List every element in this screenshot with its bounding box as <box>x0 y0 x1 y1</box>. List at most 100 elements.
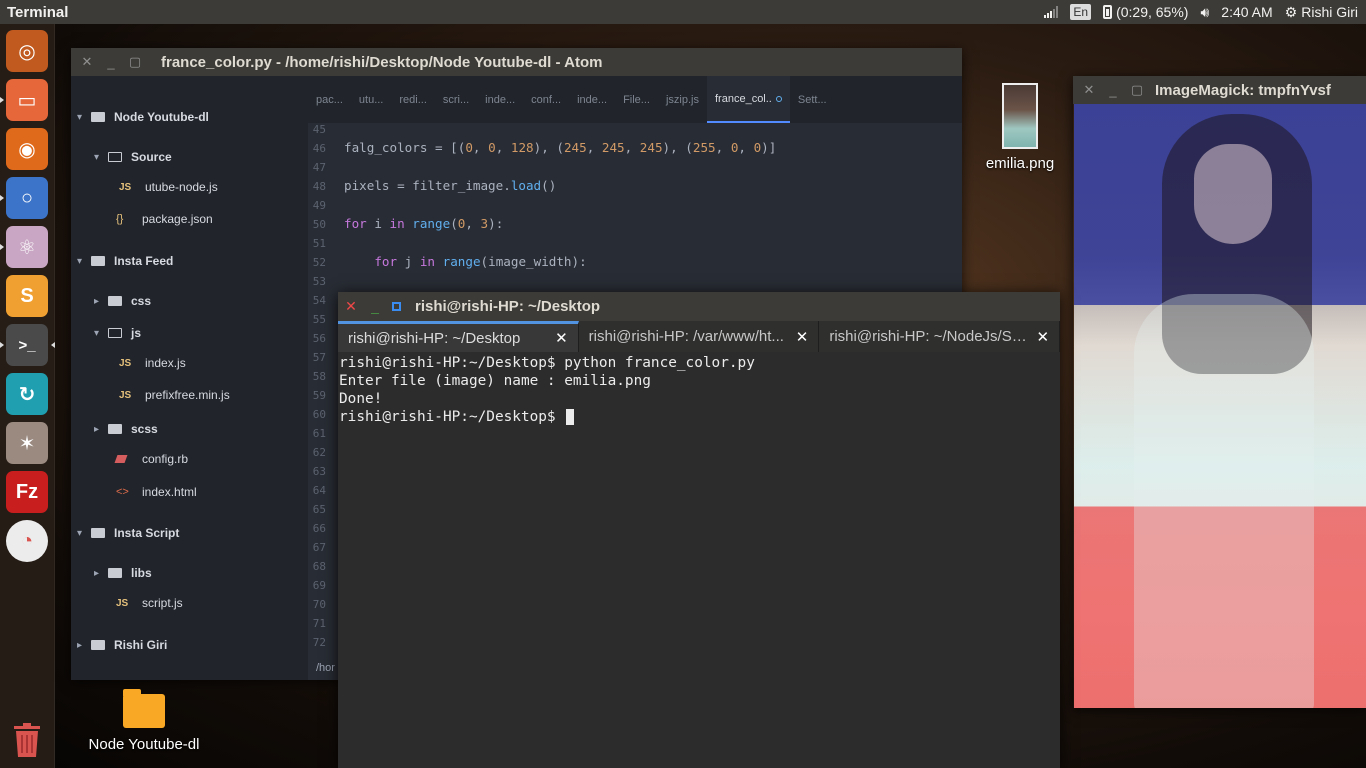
folder-icon <box>91 256 105 266</box>
close-tab-icon[interactable]: ✕ <box>555 329 568 347</box>
imagemagick-titlebar[interactable]: ✕ _ ▢ ImageMagick: tmpfnYvsf <box>1073 76 1366 104</box>
line-number: 51 <box>312 237 326 250</box>
folder-icon <box>91 640 105 650</box>
tree-file[interactable]: {} package.json <box>116 209 213 229</box>
terminal-tab[interactable]: rishi@rishi-HP: ~/NodeJs/Se... ✕ <box>819 321 1061 352</box>
editor-tab-label: pac... <box>316 93 343 106</box>
close-icon[interactable]: ✕ <box>338 298 364 315</box>
editor-tab[interactable]: jszip.js <box>658 76 707 123</box>
clock[interactable]: 2:40 AM <box>1221 4 1272 20</box>
editor-tab[interactable]: utu... <box>351 76 391 123</box>
tree-folder[interactable]: ▸ scss <box>94 419 158 439</box>
image-thumbnail-icon <box>1002 83 1038 149</box>
tree-file[interactable]: config.rb <box>114 449 188 469</box>
tree-file[interactable]: JS index.js <box>119 353 186 373</box>
json-file-icon: {} <box>116 213 124 225</box>
launcher-update-icon[interactable]: ↻ <box>6 373 48 415</box>
terminal-tab[interactable]: rishi@rishi-HP: ~/Desktop ✕ <box>338 321 579 352</box>
line-number: 69 <box>312 579 326 592</box>
tree-folder[interactable]: ▸ css <box>94 291 151 311</box>
tree-folder[interactable]: ▾ Node Youtube-dl <box>77 107 209 127</box>
desktop-folder-node-youtube-dl[interactable]: Node Youtube-dl <box>84 689 204 753</box>
close-tab-icon[interactable]: ✕ <box>1036 328 1049 346</box>
line-number: 71 <box>312 617 326 630</box>
launcher-terminal-icon[interactable]: >_ <box>0 324 55 366</box>
folder-icon <box>91 528 105 538</box>
maximize-icon[interactable]: ▢ <box>1125 82 1149 98</box>
line-number: 58 <box>312 370 326 383</box>
minimize-icon[interactable]: _ <box>364 299 386 315</box>
folder-icon <box>108 424 122 434</box>
tree-folder[interactable]: ▾ js <box>94 323 141 343</box>
launcher-chromium-icon[interactable]: ○ <box>0 177 48 219</box>
launcher-atom-icon[interactable]: ⚛ <box>0 226 48 268</box>
tree-folder[interactable]: ▾ Source <box>94 147 172 167</box>
javascript-file-icon: JS <box>116 597 129 609</box>
terminal-titlebar[interactable]: ✕ _ rishi@rishi-HP: ~/Desktop <box>338 292 1060 321</box>
editor-tab-label: utu... <box>358 93 384 106</box>
editor-tab[interactable]: scri... <box>435 76 477 123</box>
tree-folder[interactable]: ▸ Rishi Giri <box>77 635 167 655</box>
tree-file[interactable]: JS utube-node.js <box>119 177 218 197</box>
editor-tab[interactable]: france_col.. <box>707 76 790 123</box>
top-panel: Terminal En (0:29, 65%) 🔊︎ 2:40 AM ⚙ Ris… <box>0 0 1366 24</box>
editor-tab[interactable]: pac... <box>308 76 351 123</box>
volume-icon[interactable]: 🔊︎ <box>1200 4 1209 21</box>
maximize-icon[interactable] <box>392 302 401 311</box>
editor-tab[interactable]: inde... <box>569 76 615 123</box>
line-number: 68 <box>312 560 326 573</box>
launcher-wizard-icon[interactable]: ✶ <box>6 422 48 464</box>
folder-icon <box>108 328 122 338</box>
user-menu[interactable]: ⚙ Rishi Giri <box>1285 4 1358 21</box>
user-name: Rishi Giri <box>1301 4 1358 20</box>
editor-tab[interactable]: conf... <box>523 76 569 123</box>
tree-folder[interactable]: ▾ Insta Feed <box>77 251 173 271</box>
editor-tab[interactable]: File... <box>615 76 658 123</box>
editor-tab[interactable]: redi... <box>391 76 435 123</box>
editor-tab[interactable]: inde... <box>477 76 523 123</box>
tree-folder[interactable]: ▾ Insta Script <box>77 523 179 543</box>
folder-icon <box>108 296 122 306</box>
maximize-icon[interactable]: ▢ <box>123 54 147 70</box>
line-number: 45 <box>312 123 326 136</box>
tree-item-label: Insta Feed <box>114 254 174 268</box>
trash-icon[interactable] <box>12 722 42 758</box>
line-number: 61 <box>312 427 326 440</box>
tree-file[interactable]: JS script.js <box>116 593 183 613</box>
keyboard-layout-indicator[interactable]: En <box>1070 4 1092 20</box>
terminal-output[interactable]: rishi@rishi-HP:~/Desktop$ python france_… <box>338 352 1060 428</box>
active-app-title: Terminal <box>7 3 69 21</box>
tree-file[interactable]: <> index.html <box>116 482 197 502</box>
close-tab-icon[interactable]: ✕ <box>796 328 809 346</box>
tree-folder[interactable]: ▸ libs <box>94 563 152 583</box>
launcher-pie-icon[interactable]: ◔ <box>6 520 48 562</box>
editor-tab-label: inde... <box>485 93 516 106</box>
atom-window-title: france_color.py - /home/rishi/Desktop/No… <box>161 53 603 71</box>
chevron-down-icon: ▾ <box>94 151 100 163</box>
launcher-filezilla-icon[interactable]: Fz <box>6 471 48 513</box>
launcher-sublime-icon[interactable]: S <box>6 275 48 317</box>
editor-tab[interactable]: Sett... <box>790 76 835 123</box>
minimize-icon[interactable]: _ <box>1101 83 1125 98</box>
desktop-file-emilia[interactable]: emilia.png <box>983 83 1057 172</box>
launcher-firefox-icon[interactable]: ◉ <box>6 128 48 170</box>
close-icon[interactable]: ✕ <box>75 54 99 70</box>
terminal-tab[interactable]: rishi@rishi-HP: /var/www/ht... ✕ <box>579 321 820 352</box>
power-gear-icon: ⚙ <box>1284 3 1298 20</box>
close-icon[interactable]: ✕ <box>1077 82 1101 98</box>
chevron-right-icon: ▸ <box>77 639 83 651</box>
network-signal-icon[interactable] <box>1044 6 1059 18</box>
unity-launcher: ◎ ▭ ◉ ○ ⚛ S >_ ↻ ✶ Fz ◔ <box>0 24 55 768</box>
minimize-icon[interactable]: _ <box>99 55 123 70</box>
tree-file[interactable]: JS prefixfree.min.js <box>119 385 230 405</box>
tree-item-label: Node Youtube-dl <box>114 110 209 124</box>
launcher-dash-icon[interactable]: ◎ <box>6 30 48 72</box>
line-number: 48 <box>312 180 326 193</box>
battery-indicator[interactable]: (0:29, 65%) <box>1103 4 1188 20</box>
launcher-files-icon[interactable]: ▭ <box>0 79 48 121</box>
tree-item-label: libs <box>131 566 152 580</box>
line-number: 57 <box>312 351 326 364</box>
atom-titlebar[interactable]: ✕ _ ▢ france_color.py - /home/rishi/Desk… <box>71 48 962 76</box>
terminal-window: ✕ _ rishi@rishi-HP: ~/Desktop rishi@rish… <box>338 292 1061 768</box>
editor-tab-label: scri... <box>442 93 470 106</box>
